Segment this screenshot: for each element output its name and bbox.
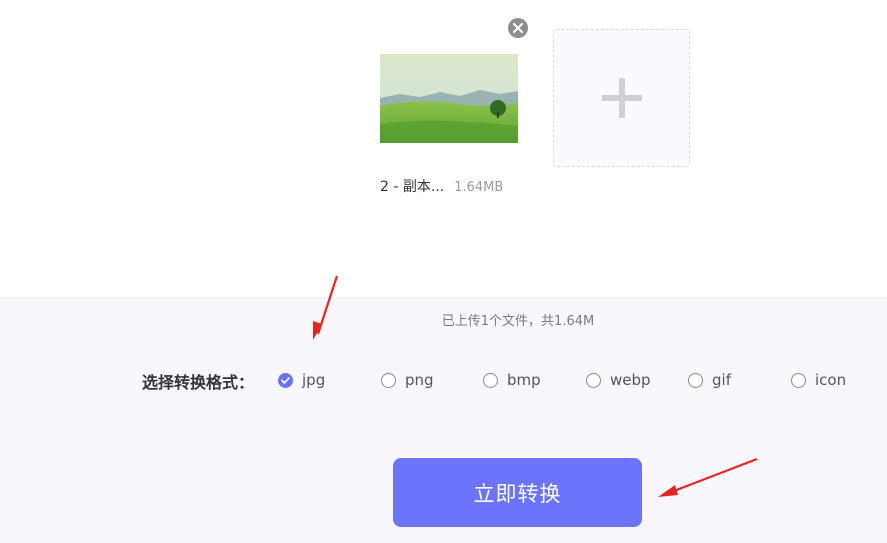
- format-option-label: webp: [610, 371, 651, 389]
- convert-button[interactable]: 立即转换: [393, 458, 642, 527]
- close-icon: [513, 23, 523, 33]
- add-file-button[interactable]: [553, 29, 690, 167]
- file-size: 1.64MB: [454, 180, 504, 195]
- plus-icon: [601, 78, 642, 118]
- format-option-label: png: [405, 371, 434, 389]
- radio-unchecked-icon: [483, 372, 498, 388]
- file-name: 2 - 副本...: [380, 179, 445, 195]
- radio-checked-icon: [278, 372, 293, 388]
- remove-file-button[interactable]: [508, 18, 528, 38]
- format-option-bmp[interactable]: bmp: [483, 369, 541, 391]
- radio-unchecked-icon: [791, 372, 806, 388]
- format-option-gif[interactable]: gif: [688, 369, 731, 391]
- file-meta: 2 - 副本... 1.64MB: [380, 176, 530, 196]
- format-label: 选择转换格式：: [142, 373, 255, 392]
- format-option-icon[interactable]: icon: [791, 369, 846, 391]
- radio-unchecked-icon: [381, 372, 396, 388]
- format-option-jpg[interactable]: jpg: [278, 369, 325, 391]
- format-option-png[interactable]: png: [381, 369, 434, 391]
- radio-unchecked-icon: [688, 372, 703, 388]
- radio-unchecked-icon: [586, 372, 601, 388]
- format-option-label: gif: [712, 371, 731, 389]
- upload-area: 2 - 副本... 1.64MB: [0, 0, 887, 297]
- format-option-label: bmp: [507, 371, 541, 389]
- file-thumbnail: [380, 54, 518, 143]
- format-option-label: icon: [815, 371, 847, 389]
- format-option-webp[interactable]: webp: [586, 369, 651, 391]
- upload-summary: 已上传1个文件，共1.64M: [441, 314, 595, 329]
- format-option-label: jpg: [302, 371, 326, 389]
